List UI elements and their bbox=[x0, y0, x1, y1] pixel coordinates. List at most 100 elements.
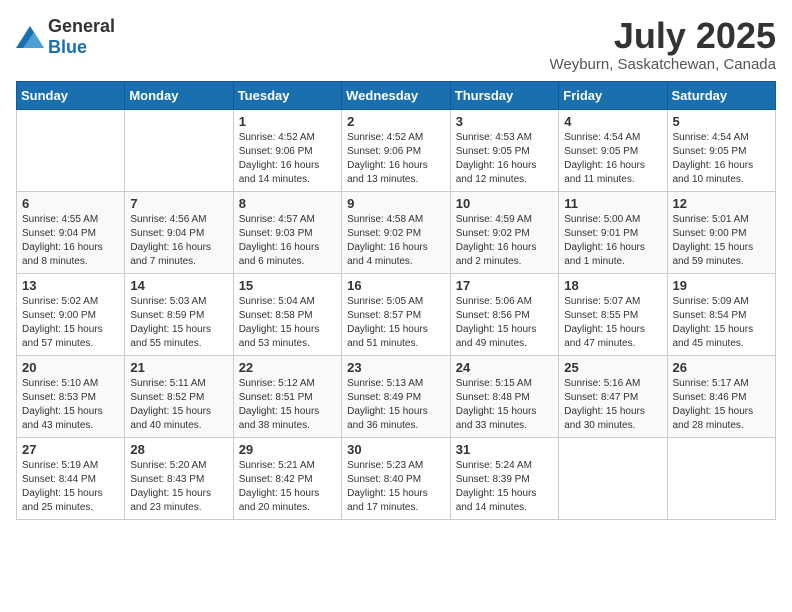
day-info: Sunrise: 4:56 AM Sunset: 9:04 PM Dayligh… bbox=[130, 213, 227, 269]
day-info: Sunrise: 4:53 AM Sunset: 9:05 PM Dayligh… bbox=[456, 131, 553, 187]
day-of-week-header: Sunday bbox=[17, 81, 125, 109]
day-info: Sunrise: 5:06 AM Sunset: 8:56 PM Dayligh… bbox=[456, 295, 553, 351]
day-number: 22 bbox=[239, 360, 336, 375]
day-number: 20 bbox=[22, 360, 119, 375]
calendar-cell: 15Sunrise: 5:04 AM Sunset: 8:58 PM Dayli… bbox=[233, 273, 341, 355]
day-number: 27 bbox=[22, 442, 119, 457]
day-number: 14 bbox=[130, 278, 227, 293]
day-number: 3 bbox=[456, 114, 553, 129]
day-info: Sunrise: 4:59 AM Sunset: 9:02 PM Dayligh… bbox=[456, 213, 553, 269]
calendar-cell: 29Sunrise: 5:21 AM Sunset: 8:42 PM Dayli… bbox=[233, 437, 341, 519]
day-of-week-header: Wednesday bbox=[342, 81, 451, 109]
calendar-cell: 7 Sunrise: 4:56 AM Sunset: 9:04 PM Daylig… bbox=[125, 191, 233, 273]
calendar-cell: 25 Sunrise: 5:16 AM Sunset: 8:47 PM Dayli… bbox=[559, 355, 667, 437]
calendar-cell: 16 Sunrise: 5:05 AM Sunset: 8:57 PM Dayli… bbox=[342, 273, 451, 355]
calendar-cell: 20 Sunrise: 5:10 AM Sunset: 8:53 PM Dayli… bbox=[17, 355, 125, 437]
day-of-week-header: Tuesday bbox=[233, 81, 341, 109]
day-number: 30 bbox=[347, 442, 445, 457]
calendar-cell: 3 Sunrise: 4:53 AM Sunset: 9:05 PM Daylig… bbox=[450, 109, 558, 191]
logo-blue: Blue bbox=[48, 37, 87, 57]
logo-general: General bbox=[48, 16, 115, 36]
day-number: 21 bbox=[130, 360, 227, 375]
day-info: Sunrise: 4:55 AM Sunset: 9:04 PM Dayligh… bbox=[22, 213, 119, 269]
day-number: 1 bbox=[239, 114, 336, 129]
day-number: 23 bbox=[347, 360, 445, 375]
day-number: 10 bbox=[456, 196, 553, 211]
day-number: 16 bbox=[347, 278, 445, 293]
day-info: Sunrise: 5:04 AM Sunset: 8:58 PM Dayligh… bbox=[239, 295, 336, 351]
calendar-cell: 8 Sunrise: 4:57 AM Sunset: 9:03 PM Daylig… bbox=[233, 191, 341, 273]
day-info: Sunrise: 5:19 AM Sunset: 8:44 PM Dayligh… bbox=[22, 459, 119, 515]
month-title: July 2025 bbox=[549, 16, 776, 56]
calendar-week-row: 6Sunrise: 4:55 AM Sunset: 9:04 PM Daylig… bbox=[17, 191, 776, 273]
location-title: Weyburn, Saskatchewan, Canada bbox=[549, 56, 776, 73]
calendar-cell: 5 Sunrise: 4:54 AM Sunset: 9:05 PM Daylig… bbox=[667, 109, 776, 191]
day-number: 5 bbox=[673, 114, 771, 129]
day-info: Sunrise: 5:16 AM Sunset: 8:47 PM Dayligh… bbox=[564, 377, 661, 433]
day-number: 11 bbox=[564, 196, 661, 211]
calendar-week-row: 27 Sunrise: 5:19 AM Sunset: 8:44 PM Dayli… bbox=[17, 437, 776, 519]
logo-icon bbox=[16, 26, 44, 48]
calendar-cell: 28 Sunrise: 5:20 AM Sunset: 8:43 PM Dayli… bbox=[125, 437, 233, 519]
calendar-cell: 17Sunrise: 5:06 AM Sunset: 8:56 PM Dayli… bbox=[450, 273, 558, 355]
day-of-week-header: Monday bbox=[125, 81, 233, 109]
day-of-week-header: Thursday bbox=[450, 81, 558, 109]
calendar-cell: 19 Sunrise: 5:09 AM Sunset: 8:54 PM Dayli… bbox=[667, 273, 776, 355]
day-number: 25 bbox=[564, 360, 661, 375]
day-number: 18 bbox=[564, 278, 661, 293]
day-info: Sunrise: 5:24 AM Sunset: 8:39 PM Dayligh… bbox=[456, 459, 553, 515]
calendar-cell: 23 Sunrise: 5:13 AM Sunset: 8:49 PM Dayli… bbox=[342, 355, 451, 437]
day-info: Sunrise: 5:20 AM Sunset: 8:43 PM Dayligh… bbox=[130, 459, 227, 515]
day-number: 13 bbox=[22, 278, 119, 293]
day-info: Sunrise: 4:57 AM Sunset: 9:03 PM Dayligh… bbox=[239, 213, 336, 269]
calendar-cell: 24Sunrise: 5:15 AM Sunset: 8:48 PM Dayli… bbox=[450, 355, 558, 437]
calendar-cell: 10 Sunrise: 4:59 AM Sunset: 9:02 PM Dayli… bbox=[450, 191, 558, 273]
day-info: Sunrise: 4:58 AM Sunset: 9:02 PM Dayligh… bbox=[347, 213, 445, 269]
calendar-cell: 22 Sunrise: 5:12 AM Sunset: 8:51 PM Dayli… bbox=[233, 355, 341, 437]
calendar-week-row: 13Sunrise: 5:02 AM Sunset: 9:00 PM Dayli… bbox=[17, 273, 776, 355]
calendar-cell bbox=[559, 437, 667, 519]
calendar-cell: 4Sunrise: 4:54 AM Sunset: 9:05 PM Daylig… bbox=[559, 109, 667, 191]
day-number: 7 bbox=[130, 196, 227, 211]
day-info: Sunrise: 5:12 AM Sunset: 8:51 PM Dayligh… bbox=[239, 377, 336, 433]
calendar-week-row: 20 Sunrise: 5:10 AM Sunset: 8:53 PM Dayli… bbox=[17, 355, 776, 437]
calendar-cell: 12Sunrise: 5:01 AM Sunset: 9:00 PM Dayli… bbox=[667, 191, 776, 273]
day-number: 2 bbox=[347, 114, 445, 129]
day-info: Sunrise: 5:09 AM Sunset: 8:54 PM Dayligh… bbox=[673, 295, 771, 351]
calendar-cell: 9 Sunrise: 4:58 AM Sunset: 9:02 PM Daylig… bbox=[342, 191, 451, 273]
day-info: Sunrise: 4:52 AM Sunset: 9:06 PM Dayligh… bbox=[239, 131, 336, 187]
day-number: 19 bbox=[673, 278, 771, 293]
calendar-cell: 11Sunrise: 5:00 AM Sunset: 9:01 PM Dayli… bbox=[559, 191, 667, 273]
day-number: 26 bbox=[673, 360, 771, 375]
day-info: Sunrise: 5:17 AM Sunset: 8:46 PM Dayligh… bbox=[673, 377, 771, 433]
title-block: July 2025 Weyburn, Saskatchewan, Canada bbox=[549, 16, 776, 73]
day-info: Sunrise: 5:13 AM Sunset: 8:49 PM Dayligh… bbox=[347, 377, 445, 433]
day-number: 8 bbox=[239, 196, 336, 211]
day-info: Sunrise: 5:03 AM Sunset: 8:59 PM Dayligh… bbox=[130, 295, 227, 351]
day-of-week-header: Saturday bbox=[667, 81, 776, 109]
calendar-cell: 13Sunrise: 5:02 AM Sunset: 9:00 PM Dayli… bbox=[17, 273, 125, 355]
day-info: Sunrise: 5:10 AM Sunset: 8:53 PM Dayligh… bbox=[22, 377, 119, 433]
calendar-cell: 1 Sunrise: 4:52 AM Sunset: 9:06 PM Daylig… bbox=[233, 109, 341, 191]
day-number: 28 bbox=[130, 442, 227, 457]
page-header: General Blue July 2025 Weyburn, Saskatch… bbox=[16, 16, 776, 73]
calendar-cell: 2 Sunrise: 4:52 AM Sunset: 9:06 PM Daylig… bbox=[342, 109, 451, 191]
day-info: Sunrise: 5:07 AM Sunset: 8:55 PM Dayligh… bbox=[564, 295, 661, 351]
calendar-week-row: 1 Sunrise: 4:52 AM Sunset: 9:06 PM Daylig… bbox=[17, 109, 776, 191]
day-number: 24 bbox=[456, 360, 553, 375]
calendar-cell bbox=[667, 437, 776, 519]
day-info: Sunrise: 4:52 AM Sunset: 9:06 PM Dayligh… bbox=[347, 131, 445, 187]
calendar-cell: 6Sunrise: 4:55 AM Sunset: 9:04 PM Daylig… bbox=[17, 191, 125, 273]
calendar-cell: 30 Sunrise: 5:23 AM Sunset: 8:40 PM Dayli… bbox=[342, 437, 451, 519]
day-info: Sunrise: 5:23 AM Sunset: 8:40 PM Dayligh… bbox=[347, 459, 445, 515]
day-number: 9 bbox=[347, 196, 445, 211]
day-info: Sunrise: 5:05 AM Sunset: 8:57 PM Dayligh… bbox=[347, 295, 445, 351]
calendar-cell: 31 Sunrise: 5:24 AM Sunset: 8:39 PM Dayli… bbox=[450, 437, 558, 519]
calendar-cell bbox=[17, 109, 125, 191]
calendar-header-row: SundayMondayTuesdayWednesdayThursdayFrid… bbox=[17, 81, 776, 109]
day-info: Sunrise: 4:54 AM Sunset: 9:05 PM Dayligh… bbox=[673, 131, 771, 187]
day-number: 12 bbox=[673, 196, 771, 211]
calendar-cell: 27 Sunrise: 5:19 AM Sunset: 8:44 PM Dayli… bbox=[17, 437, 125, 519]
day-number: 31 bbox=[456, 442, 553, 457]
calendar-table: SundayMondayTuesdayWednesdayThursdayFrid… bbox=[16, 81, 776, 520]
